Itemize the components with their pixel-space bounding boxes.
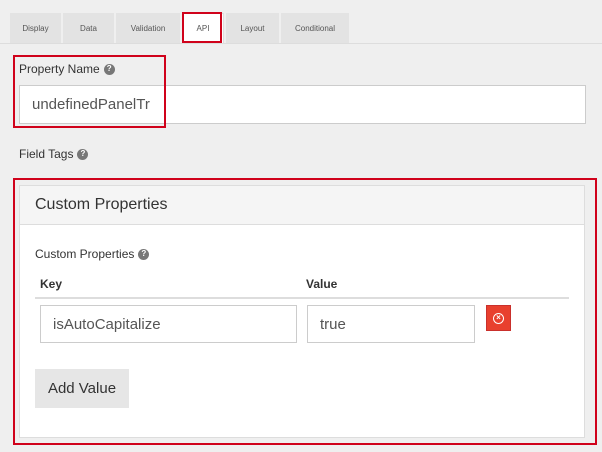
field-tags-label-row: Field Tags ? (19, 147, 89, 161)
remove-row-button[interactable]: × (486, 305, 511, 331)
tab-bar: Display Data Validation API Layout Condi… (10, 13, 351, 43)
tab-display[interactable]: Display (10, 13, 61, 43)
add-value-button[interactable]: Add Value (35, 369, 129, 408)
column-header-value: Value (306, 277, 338, 291)
tab-validation[interactable]: Validation (116, 13, 180, 43)
field-tags-label: Field Tags (19, 147, 74, 161)
tab-data[interactable]: Data (63, 13, 114, 43)
question-circle-icon: ? (138, 248, 150, 260)
table-header-divider (35, 297, 569, 299)
tab-layout[interactable]: Layout (226, 13, 279, 43)
custom-properties-label: Custom Properties (35, 247, 135, 261)
property-name-label-row: Property Name ? (19, 62, 115, 76)
question-circle-icon: ? (77, 148, 89, 160)
tab-conditional[interactable]: Conditional (281, 13, 349, 43)
value-input[interactable]: true (307, 305, 475, 343)
question-circle-icon: ? (103, 63, 115, 75)
tabs-divider (0, 43, 602, 44)
column-header-key: Key (40, 277, 63, 291)
panel-title: Custom Properties (20, 186, 584, 225)
key-input[interactable]: isAutoCapitalize (40, 305, 297, 343)
property-name-input[interactable]: undefinedPanelTr (19, 85, 586, 124)
custom-properties-label-row: Custom Properties ? (35, 247, 150, 261)
property-name-label: Property Name (19, 62, 100, 76)
remove-circle-icon: × (493, 312, 504, 324)
tab-api[interactable]: API (182, 13, 224, 43)
